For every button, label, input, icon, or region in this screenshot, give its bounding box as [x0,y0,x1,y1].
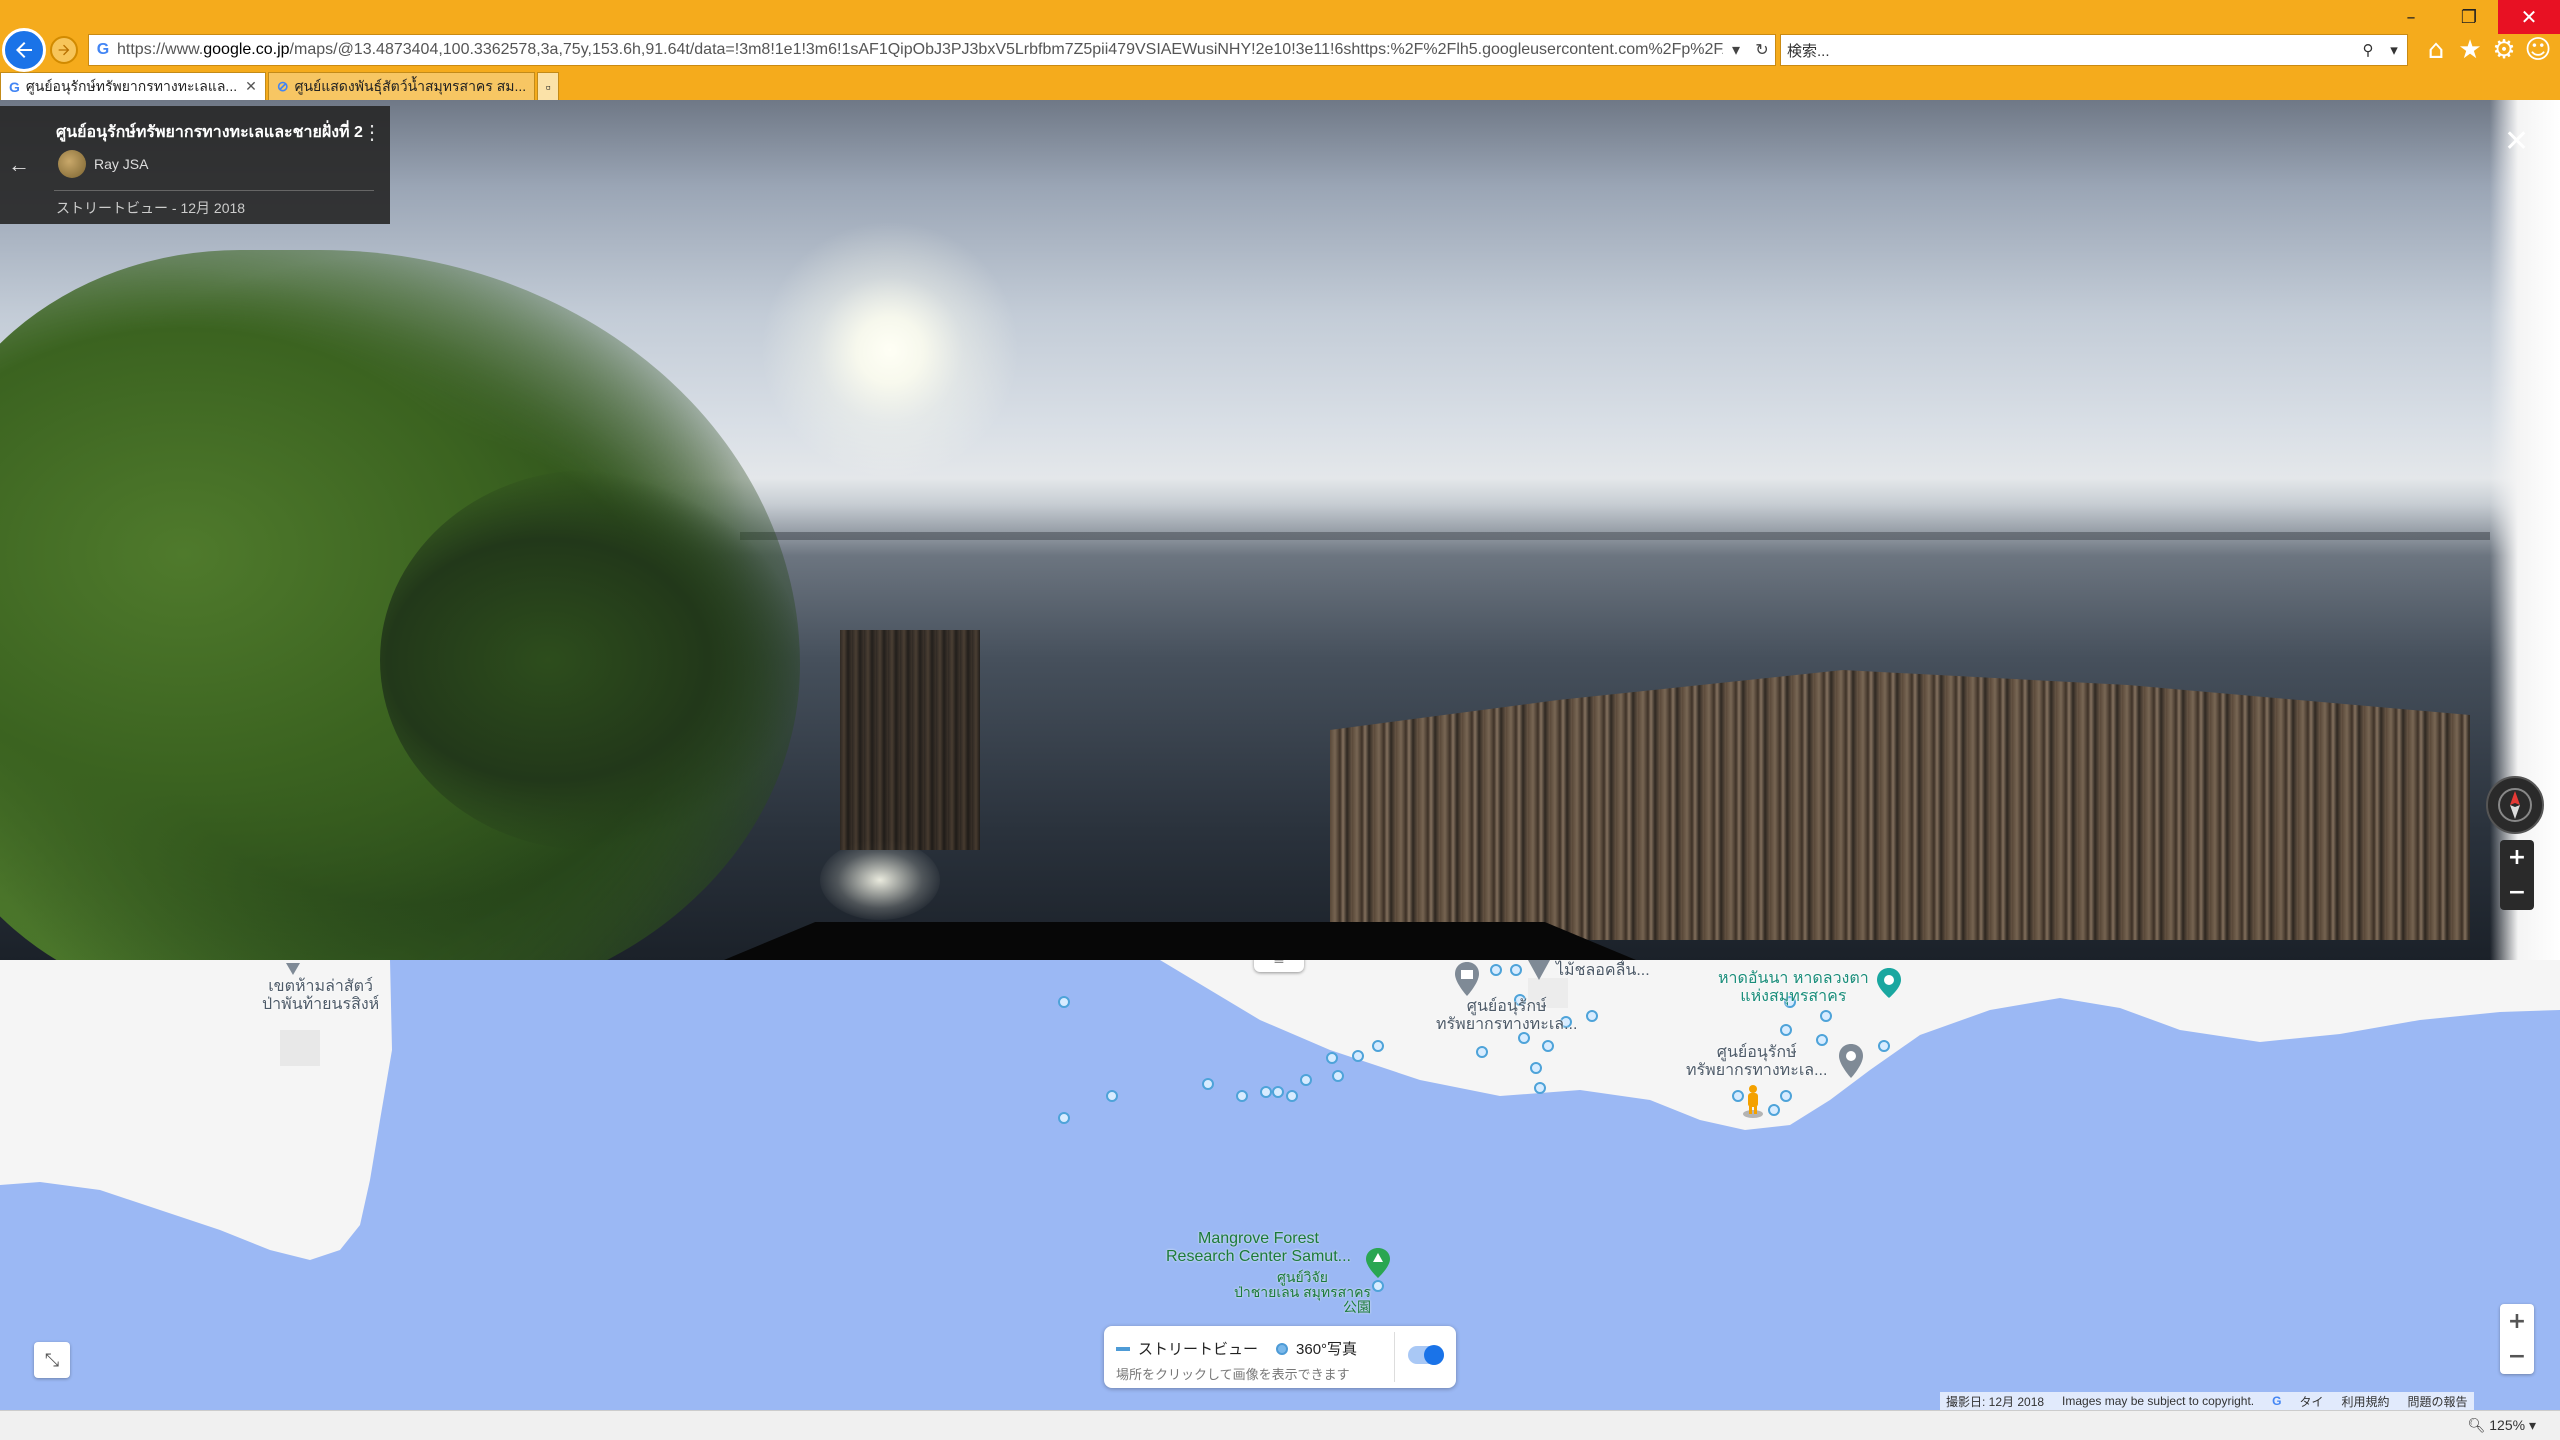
label-mangrove-research-center-thai[interactable]: ศูนย์วิจัย ป่าชายเลน สมุทรสาคร 公園 [1234,1270,1371,1315]
report-problem-link[interactable]: 問題の報告 [2408,1393,2468,1410]
legend-360-label: 360°写真 [1296,1341,1358,1358]
horizon-line [740,532,2490,540]
capture-date: ストリートビュー - 12月 2018 [56,200,246,216]
address-bar[interactable]: G https://www.google.co.jp/maps/@13.4873… [88,34,1776,66]
author-name[interactable]: Ray JSA [94,156,148,172]
forward-button[interactable] [50,36,78,64]
arrow-right-icon [58,44,70,56]
label-wildlife-sanctuary[interactable]: เขตห้ามล่าสัตว์ ป่าพันท้ายนรสิงห์ [262,978,379,1014]
street-view-toggle[interactable] [1408,1345,1444,1365]
search-icon[interactable]: ⚲ [2355,41,2381,59]
close-icon[interactable]: ✕ [2504,124,2529,159]
compass-button[interactable] [2486,776,2544,834]
toolbar-icons: ⌂ ★ ⚙ ☺ [2422,32,2552,68]
new-tab-icon: ▫ [545,78,551,95]
label-conservation-center-right[interactable]: ศูนย์อนุรักษ์ ทรัพยากรทางทะเล... [1686,1044,1827,1080]
window-controls: – ❐ ✕ [2382,0,2560,34]
label-mangrove-research-center[interactable]: Mangrove Forest Research Center Samut... [1166,1230,1351,1266]
mini-map[interactable]: ═ เขตห้ามล่าสัตว์ ป่าพันท้ายนรสิงห์ ศูนย… [0,960,2560,1410]
legend-streetview-label: ストリートビュー [1138,1341,1259,1358]
street-view-legend: ストリートビュー 360°写真 場所をクリックして画像を表示できます [1104,1326,1456,1388]
google-favicon-icon: G [9,78,20,95]
search-dropdown-icon[interactable]: ▾ [2381,41,2407,59]
mangrove-trees-dark [380,470,800,850]
google-logo-icon: G [2272,1394,2282,1408]
refresh-icon[interactable]: ↻ [1749,40,1775,60]
capture-date-attr: 撮影日: 12月 2018 [1946,1394,2045,1409]
back-button[interactable] [2,28,46,72]
country-link[interactable]: タイ [2299,1393,2323,1410]
home-icon[interactable]: ⌂ [2422,32,2450,68]
minimize-button[interactable]: – [2382,0,2440,34]
pegman-icon[interactable] [1742,1084,1764,1118]
tab-label: ศูนย์อนุรักษ์ทรัพยากรทางทะเลแล... [25,77,238,94]
map-zoom-control: + − [2500,1304,2534,1374]
page-favicon-icon: ⊘ [276,78,289,94]
zoom-out-button[interactable]: − [2508,880,2526,905]
search-box[interactable]: 検索... ⚲ ▾ [1780,34,2408,66]
close-window-button[interactable]: ✕ [2498,0,2560,34]
tab-2[interactable]: ⊘ ศูนย์แสดงพันธุ์สัตว์น้ำสมุทรสาคร สม... [267,72,536,100]
compass-icon [2498,788,2532,822]
zoom-level[interactable]: 🔍︎ 125% ▾ [2468,1417,2536,1434]
collapse-map-button[interactable]: ⤡ [34,1342,70,1378]
place-pin-icon[interactable] [1528,960,1550,984]
browser-chrome: – ❐ ✕ G https://www.google.co.jp/maps/@1… [0,0,2560,100]
map-zoom-out-button[interactable]: − [2508,1344,2526,1369]
bamboo-stakes-right [1330,670,2470,940]
search-input[interactable]: 検索... [1787,40,2355,61]
url-text[interactable]: https://www.google.co.jp/maps/@13.487340… [117,41,1723,59]
collapse-icon: ⤡ [44,1349,60,1371]
divider [54,190,374,191]
place-pin-icon[interactable] [1838,1044,1864,1082]
favorites-star-icon[interactable]: ★ [2456,32,2484,68]
camera-pin-icon[interactable] [1876,968,1902,1002]
place-pin-icon[interactable] [286,960,300,979]
museum-pin-icon[interactable] [1454,962,1480,1000]
tab-label: ศูนย์แสดงพันธุ์สัตว์น้ำสมุทรสาคร สม... [294,77,527,94]
place-title[interactable]: ศูนย์อนุรักษ์ทรัพยากรทางทะเลและชายฝั่งที… [56,120,363,145]
streetview-line-swatch [1116,1346,1130,1351]
smiley-feedback-icon[interactable]: ☺ [2524,32,2552,68]
zoom-in-button[interactable]: + [2508,845,2526,870]
sun-reflection [820,840,940,920]
zoom-magnifier-icon: 🔍︎ [2467,1417,2486,1433]
map-attribution: 撮影日: 12月 2018 Images may be subject to c… [1940,1392,2474,1410]
legend-hint: 場所をクリックして画像を表示できます [1116,1367,1350,1382]
photo360-dot-swatch [1276,1342,1289,1355]
back-arrow-icon[interactable]: ← [8,152,30,178]
arrow-left-icon [16,42,32,58]
tab-1[interactable]: G ศูนย์อนุรักษ์ทรัพยากรทางทะเลแล... ✕ [0,72,266,100]
settings-gear-icon[interactable]: ⚙ [2490,32,2518,68]
sun-glow [760,220,1020,480]
tab-strip: G ศูนย์อนุรักษ์ทรัพยากรทางทะเลแล... ✕ ⊘ … [0,70,561,100]
panorama-zoom-control: + − [2500,840,2534,910]
restore-button[interactable]: ❐ [2440,0,2498,34]
avatar[interactable] [58,150,86,178]
copyright-notice: Images may be subject to copyright. [2062,1394,2255,1408]
status-bar: 🔍︎ 125% ▾ [0,1410,2560,1440]
more-vert-icon[interactable]: ⋮ [362,120,382,145]
label-conservation-center-left[interactable]: ศูนย์อนุรักษ์ ทรัพยากรทางทะเล... [1436,998,1577,1034]
terms-link[interactable]: 利用規約 [2342,1393,2390,1410]
label-bamboo-wave-breaker[interactable]: ไม้ชลอคลื่น... [1556,962,1650,980]
map-zoom-in-button[interactable]: + [2508,1309,2526,1334]
tab-close-icon[interactable]: ✕ [245,78,257,95]
street-view-panorama[interactable]: ← ศูนย์อนุรักษ์ทรัพยากรทางทะเลและชายฝั่ง… [0,100,2560,960]
google-favicon-icon: G [96,41,110,58]
label-beach[interactable]: หาดอันนา หาดลวงตา แห่งสมุทรสาคร [1718,970,1869,1006]
dropdown-icon[interactable]: ▾ [1723,40,1749,60]
place-info-card: ← ศูนย์อนุรักษ์ทรัพยากรทางทะเลและชายฝั่ง… [0,106,390,224]
new-tab-button[interactable]: ▫ [537,72,560,100]
bamboo-stakes-left [840,630,980,850]
